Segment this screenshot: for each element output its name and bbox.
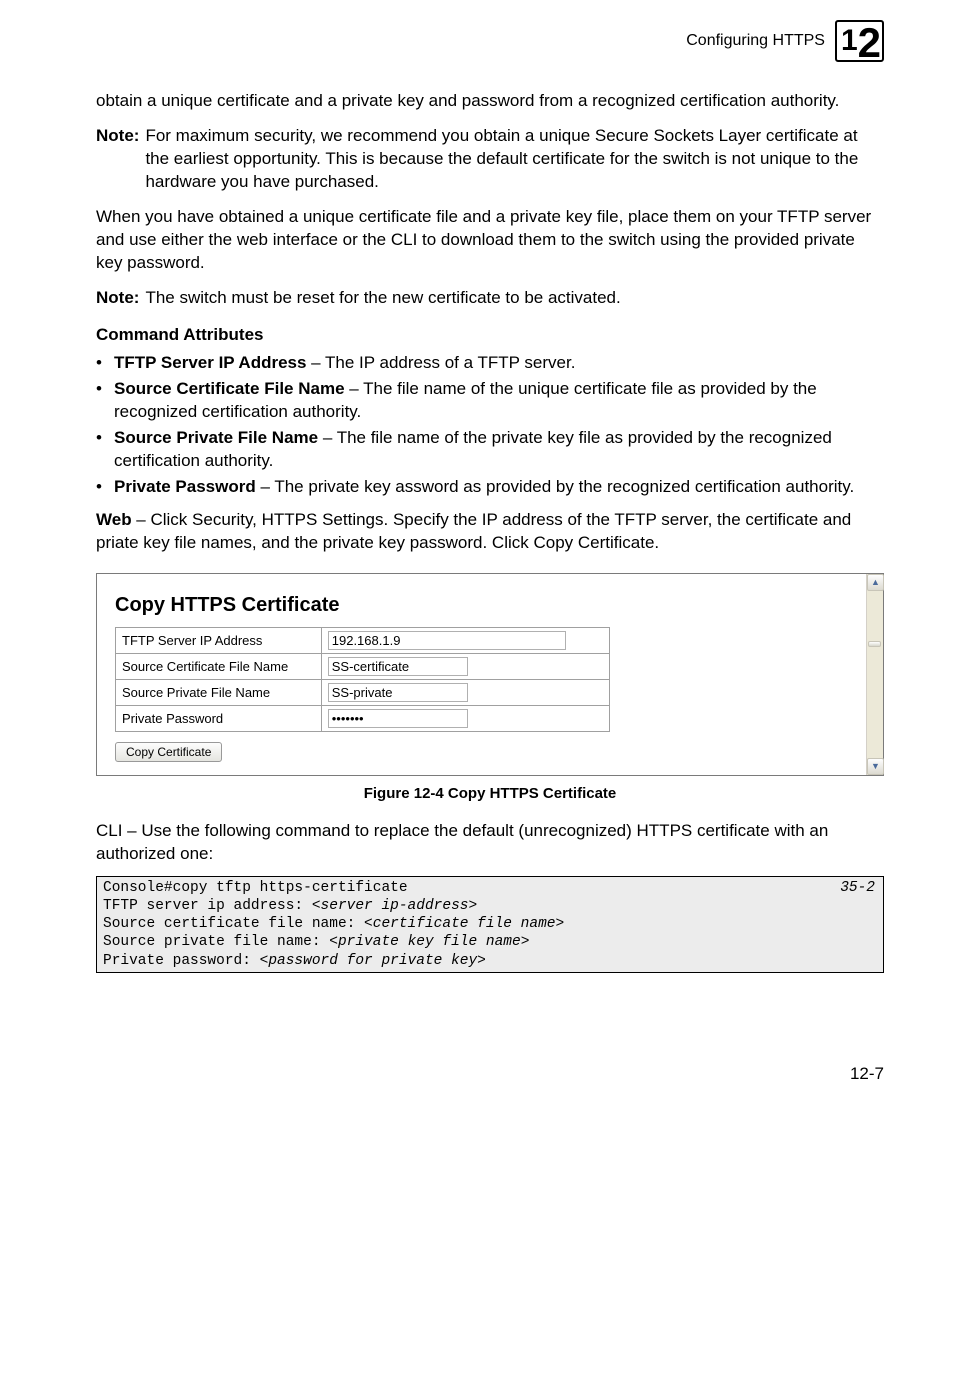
note-2-label: Note: [96, 287, 139, 310]
bullet-icon: • [96, 378, 104, 424]
field-label: Private Password [116, 705, 322, 731]
field-label: Source Private File Name [116, 679, 322, 705]
command-attributes-heading: Command Attributes [96, 324, 884, 347]
tftp-server-ip-input[interactable] [328, 631, 566, 650]
header-title: Configuring HTTPS [686, 30, 825, 52]
scroll-down-icon[interactable]: ▼ [867, 758, 884, 775]
field-label: TFTP Server IP Address [116, 627, 322, 653]
private-password-input[interactable] [328, 709, 468, 728]
field-cell [321, 653, 609, 679]
list-item-text: TFTP Server IP Address – The IP address … [114, 352, 884, 375]
table-row: Source Private File Name [116, 679, 610, 705]
bullet-icon: • [96, 352, 104, 375]
table-row: Source Certificate File Name [116, 653, 610, 679]
note-2-text: The switch must be reset for the new cer… [145, 287, 884, 310]
table-row: TFTP Server IP Address [116, 627, 610, 653]
table-row: Private Password [116, 705, 610, 731]
code-line: Console#copy tftp https-certificate [103, 880, 408, 896]
web-label: Web [96, 510, 132, 529]
scroll-track[interactable] [867, 591, 883, 758]
scroll-up-icon[interactable]: ▲ [867, 574, 884, 591]
bullet-icon: • [96, 476, 104, 499]
intro-paragraph: obtain a unique certificate and a privat… [96, 90, 884, 113]
cli-paragraph: CLI – Use the following command to repla… [96, 820, 884, 866]
list-item-text: Source Private File Name – The file name… [114, 427, 884, 473]
list-item: • Source Certificate File Name – The fil… [96, 378, 884, 424]
bullet-icon: • [96, 427, 104, 473]
chapter-digit-2: 2 [858, 30, 882, 55]
copy-certificate-button[interactable]: Copy Certificate [115, 742, 222, 762]
list-item: • Private Password – The private key ass… [96, 476, 884, 499]
chapter-digit-1: 1 [837, 21, 858, 62]
list-item-text: Source Certificate File Name – The file … [114, 378, 884, 424]
note-1-text: For maximum security, we recommend you o… [145, 125, 884, 194]
attributes-list: • TFTP Server IP Address – The IP addres… [96, 352, 884, 499]
code-block: 35-2Console#copy tftp https-certificate … [96, 876, 884, 973]
list-item: • TFTP Server IP Address – The IP addres… [96, 352, 884, 375]
figure-caption: Figure 12-4 Copy HTTPS Certificate [96, 784, 884, 804]
scroll-thumb[interactable] [868, 641, 881, 647]
page-header: Configuring HTTPS 1 2 [96, 0, 884, 62]
field-cell [321, 679, 609, 705]
field-cell [321, 627, 609, 653]
screenshot-panel: ▲ ▼ Copy HTTPS Certificate TFTP Server I… [96, 573, 884, 776]
note-1: Note: For maximum security, we recommend… [96, 125, 884, 194]
list-item: • Source Private File Name – The file na… [96, 427, 884, 473]
scrollbar[interactable]: ▲ ▼ [866, 574, 883, 775]
code-line: Private password: <password for private … [103, 953, 486, 969]
screenshot-heading: Copy HTTPS Certificate [115, 592, 865, 619]
code-ref: 35-2 [840, 879, 875, 897]
web-text: – Click Security, HTTPS Settings. Specif… [96, 510, 851, 552]
field-label: Source Certificate File Name [116, 653, 322, 679]
page-number: 12-7 [96, 1063, 884, 1086]
paragraph-2: When you have obtained a unique certific… [96, 206, 884, 275]
source-private-input[interactable] [328, 683, 468, 702]
form-table: TFTP Server IP Address Source Certificat… [115, 627, 610, 732]
code-line: TFTP server ip address: <server ip-addre… [103, 898, 477, 914]
note-2: Note: The switch must be reset for the n… [96, 287, 884, 310]
code-line: Source certificate file name: <certifica… [103, 916, 564, 932]
chapter-badge: 1 2 [835, 20, 884, 62]
source-certificate-input[interactable] [328, 657, 468, 676]
list-item-text: Private Password – The private key asswo… [114, 476, 884, 499]
code-line: Source private file name: <private key f… [103, 934, 529, 950]
web-paragraph: Web – Click Security, HTTPS Settings. Sp… [96, 509, 884, 555]
field-cell [321, 705, 609, 731]
note-1-label: Note: [96, 125, 139, 194]
